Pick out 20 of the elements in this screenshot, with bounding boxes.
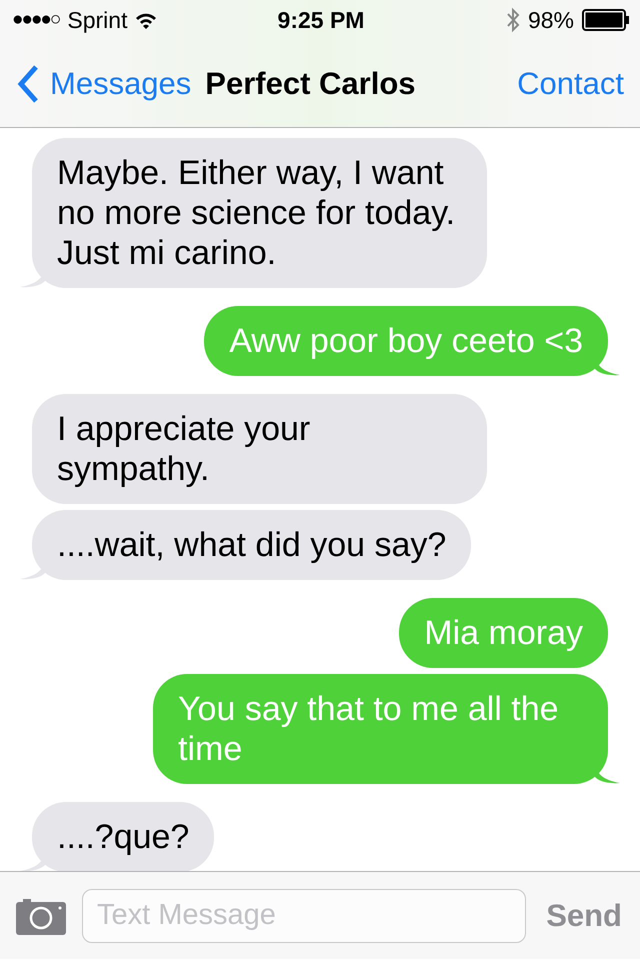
wifi-icon: [135, 12, 158, 28]
battery-icon: [582, 9, 630, 31]
battery-percentage: 98%: [528, 6, 574, 34]
contact-button[interactable]: Contact: [517, 66, 624, 102]
signal-strength: ●●●●○: [12, 9, 60, 31]
bluetooth-icon: [506, 7, 520, 33]
message-bubble: ....?que?: [32, 802, 214, 871]
camera-icon[interactable]: [16, 896, 66, 934]
message-bubble: Aww poor boy ceeto <3: [204, 306, 608, 376]
message-bubble: You say that to me all the time: [153, 674, 608, 784]
message-bubble: Mia moray: [399, 598, 608, 668]
message-bubble: ....wait, what did you say?: [32, 510, 472, 580]
message-bubble: Maybe. Either way, I want no more science for today. Just mi carino.: [32, 138, 487, 288]
conversation-title: Perfect Carlos: [205, 66, 416, 102]
carrier-name: Sprint: [67, 6, 128, 34]
back-button[interactable]: Messages: [16, 64, 192, 104]
chevron-icon: [16, 64, 40, 104]
message-input-field[interactable]: Text Message: [82, 888, 526, 942]
message-bubble: I appreciate your sympathy.: [32, 394, 487, 504]
clock-time: 9:25 PM: [278, 6, 364, 34]
